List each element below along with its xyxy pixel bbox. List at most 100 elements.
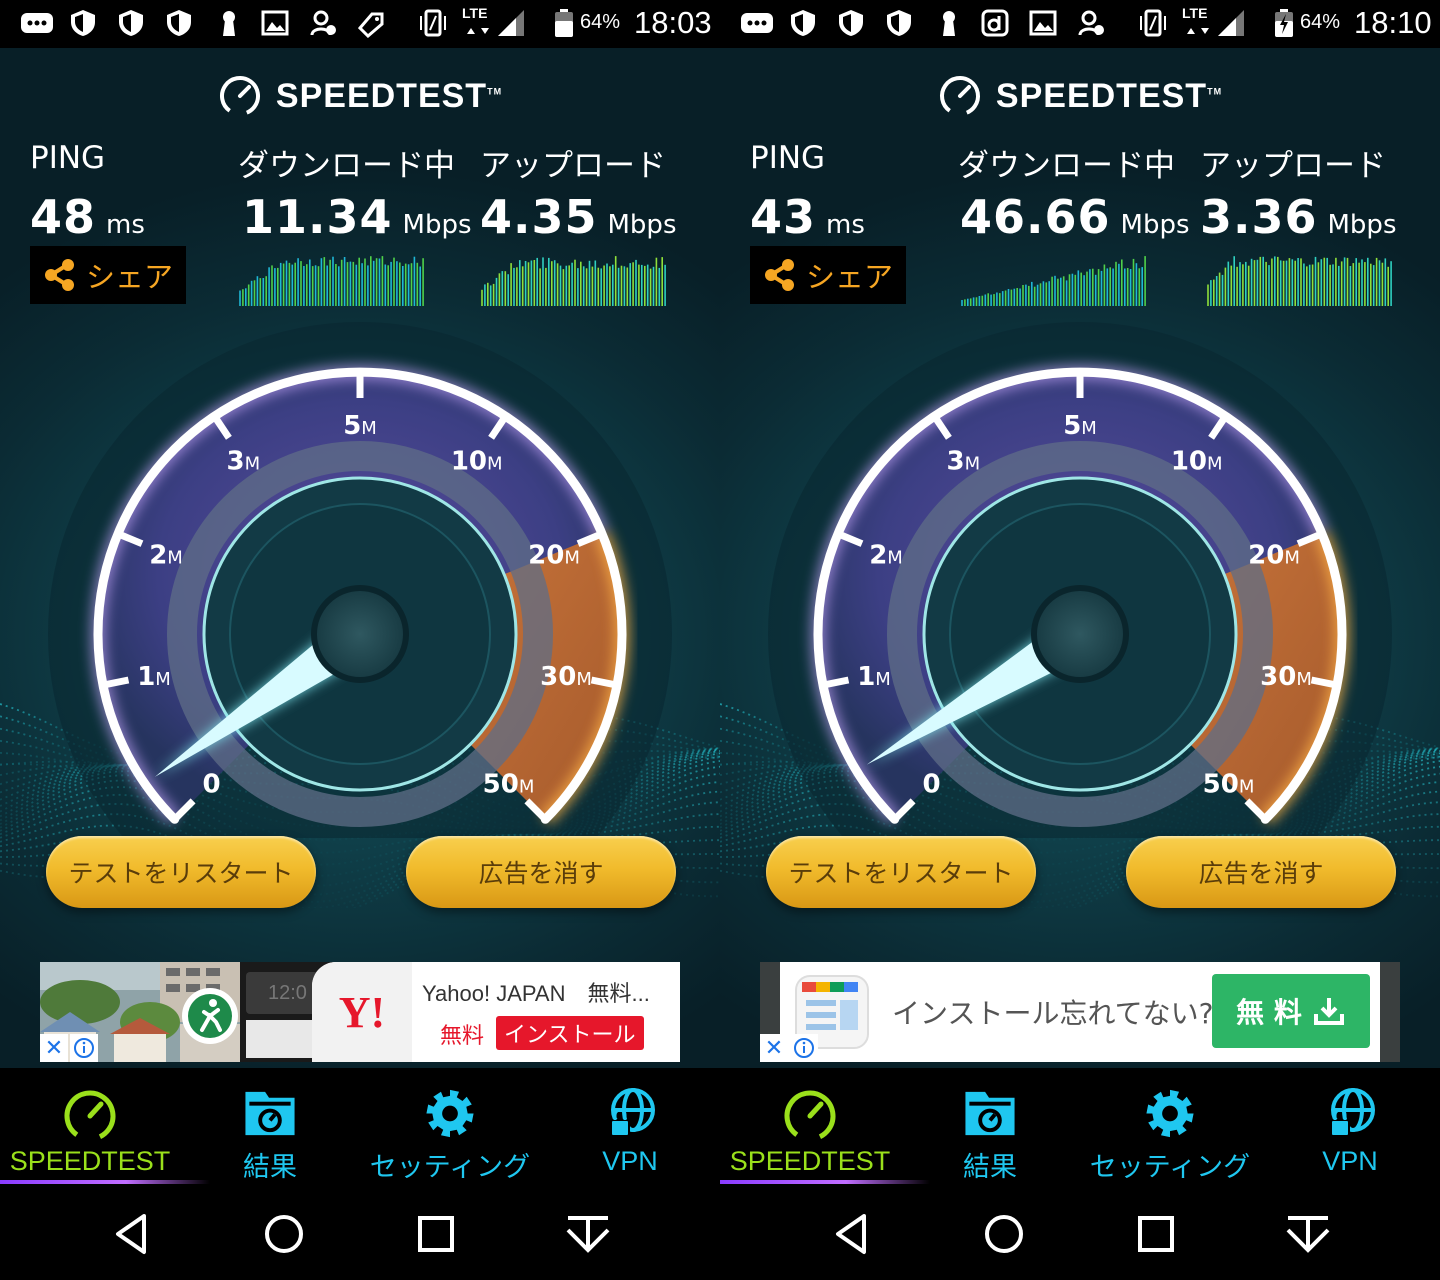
yahoo-logo-text: Y!	[338, 987, 386, 1037]
back-icon[interactable]	[108, 1210, 156, 1258]
ping-label: PING	[750, 140, 826, 176]
battery-charging-icon	[1275, 9, 1293, 37]
tab-results-label: 結果	[243, 1152, 297, 1183]
sync-person-icon	[310, 10, 336, 36]
share-icon	[45, 259, 74, 291]
docomo-d-icon	[981, 9, 1009, 37]
ad-info-icon[interactable]	[790, 1034, 818, 1062]
download-label: ダウンロード中	[238, 148, 455, 184]
data-arrows-icon	[467, 28, 489, 34]
restart-test-button[interactable]: テストをリスタート	[46, 836, 316, 908]
speed-gauge: 01M2M3M5M10M20M30M50M	[768, 322, 1392, 838]
download-unit: Mbps	[1120, 210, 1190, 240]
tab-settings[interactable]: セッティング	[360, 1068, 540, 1184]
share-icon	[765, 259, 794, 291]
tab-results[interactable]: 結果	[180, 1068, 360, 1184]
status-bar: LTE 64% 18:03	[0, 0, 720, 48]
recent-apps-icon[interactable]	[412, 1210, 460, 1258]
sync-person-icon	[1078, 10, 1104, 36]
ad-app-badge-icon	[182, 988, 238, 1044]
ping-unit: ms	[826, 210, 865, 240]
shield-icon	[167, 10, 191, 36]
ping-value: 43 ms	[750, 190, 865, 244]
restart-test-label: テストをリスタート	[788, 859, 1014, 888]
data-arrows-icon	[1187, 28, 1209, 34]
upload-label: アップロード	[1200, 148, 1386, 184]
ad-phone-clock: 12:0	[268, 982, 307, 1004]
ad-cta-label: 無 料	[1236, 996, 1302, 1029]
brand-title: SPEEDTESTTM	[995, 76, 1223, 115]
remove-ads-button[interactable]: 広告を消す	[1126, 836, 1396, 908]
system-navigation-bar	[0, 1188, 720, 1280]
battery-percent: 64%	[1300, 11, 1341, 33]
ad-cta-button[interactable]: 無 料	[1212, 974, 1370, 1048]
shield-icon	[119, 10, 143, 36]
download-sparkline	[239, 256, 424, 306]
gauge-tick-label: 0	[922, 770, 940, 800]
download-value: 46.66 Mbps	[960, 190, 1190, 244]
download-unit: Mbps	[402, 210, 472, 240]
notification-pulldown-icon[interactable]	[1284, 1210, 1332, 1258]
back-icon[interactable]	[828, 1210, 876, 1258]
tab-vpn-label: VPN	[602, 1146, 658, 1176]
tab-results[interactable]: 結果	[900, 1068, 1080, 1184]
gauge-hub	[311, 585, 409, 683]
vpn-globe-lock-icon	[610, 1088, 655, 1137]
tab-speedtest[interactable]: SPEEDTEST	[720, 1068, 900, 1184]
restart-test-button[interactable]: テストをリスタート	[766, 836, 1036, 908]
image-icon	[261, 10, 289, 36]
ad-close-icon[interactable]: ✕	[40, 1034, 68, 1062]
remove-ads-label: 広告を消す	[478, 859, 604, 888]
recent-apps-icon[interactable]	[1132, 1210, 1180, 1258]
shield-icon	[839, 10, 863, 36]
upload-number: 4.35	[480, 190, 598, 244]
upload-value: 3.36 Mbps	[1200, 190, 1397, 244]
tab-vpn[interactable]: VPN	[540, 1068, 720, 1184]
upload-number: 3.36	[1200, 190, 1318, 244]
share-label: シェア	[806, 260, 894, 294]
ping-number: 48	[30, 190, 97, 244]
bottom-navigation: SPEEDTEST 結果 セッティング VPN	[0, 1068, 720, 1188]
vibrate-icon	[1140, 9, 1166, 37]
tab-vpn[interactable]: VPN	[1260, 1068, 1440, 1184]
brand-header: SPEEDTESTTM	[0, 76, 720, 116]
notification-pulldown-icon[interactable]	[564, 1210, 612, 1258]
tab-settings[interactable]: セッティング	[1080, 1068, 1260, 1184]
gauge-hub	[1031, 585, 1129, 683]
share-button[interactable]: シェア	[750, 246, 906, 304]
message-icon	[21, 13, 53, 33]
upload-label: アップロード	[480, 148, 666, 184]
signal-icon	[1218, 10, 1244, 36]
vibrate-icon	[420, 9, 446, 37]
share-button[interactable]: シェア	[30, 246, 186, 304]
ad-title: Yahoo! JAPAN 無料...	[422, 981, 650, 1006]
ping-label: PING	[30, 140, 106, 176]
ad-info-icon[interactable]	[70, 1034, 98, 1062]
tab-speedtest[interactable]: SPEEDTEST	[0, 1068, 180, 1184]
remove-ads-button[interactable]: 広告を消す	[406, 836, 676, 908]
upload-unit: Mbps	[1327, 210, 1397, 240]
upload-unit: Mbps	[607, 210, 677, 240]
ad-content-panel: インストール忘れてない? 無 料	[780, 962, 1380, 1062]
gear-icon	[426, 1089, 474, 1138]
ad-banner[interactable]: 12:0 Y! Yahoo! JAPAN 無料... 無料 インストール ✕	[40, 962, 680, 1062]
tag-icon	[357, 12, 384, 38]
home-icon[interactable]	[260, 1210, 308, 1258]
download-sparkline	[961, 256, 1146, 306]
tab-settings-label: セッティング	[369, 1152, 531, 1183]
yahoo-logo: Y!	[312, 962, 412, 1062]
gear-icon	[1146, 1089, 1194, 1138]
clock: 18:10	[1354, 5, 1432, 40]
ping-number: 43	[750, 190, 817, 244]
tab-settings-label: セッティング	[1089, 1152, 1251, 1183]
results-icon	[965, 1091, 1015, 1136]
ad-close-icon[interactable]: ✕	[760, 1034, 788, 1062]
image-icon	[1029, 10, 1057, 36]
ad-install-badge[interactable]: インストール	[496, 1016, 644, 1050]
message-icon	[741, 13, 773, 33]
ad-banner[interactable]: インストール忘れてない? 無 料 ✕	[760, 962, 1400, 1062]
home-icon[interactable]	[980, 1210, 1028, 1258]
gauge-tick-label: 0	[202, 770, 220, 800]
restart-test-label: テストをリスタート	[68, 859, 294, 888]
speedtest-logo-icon	[219, 76, 260, 116]
